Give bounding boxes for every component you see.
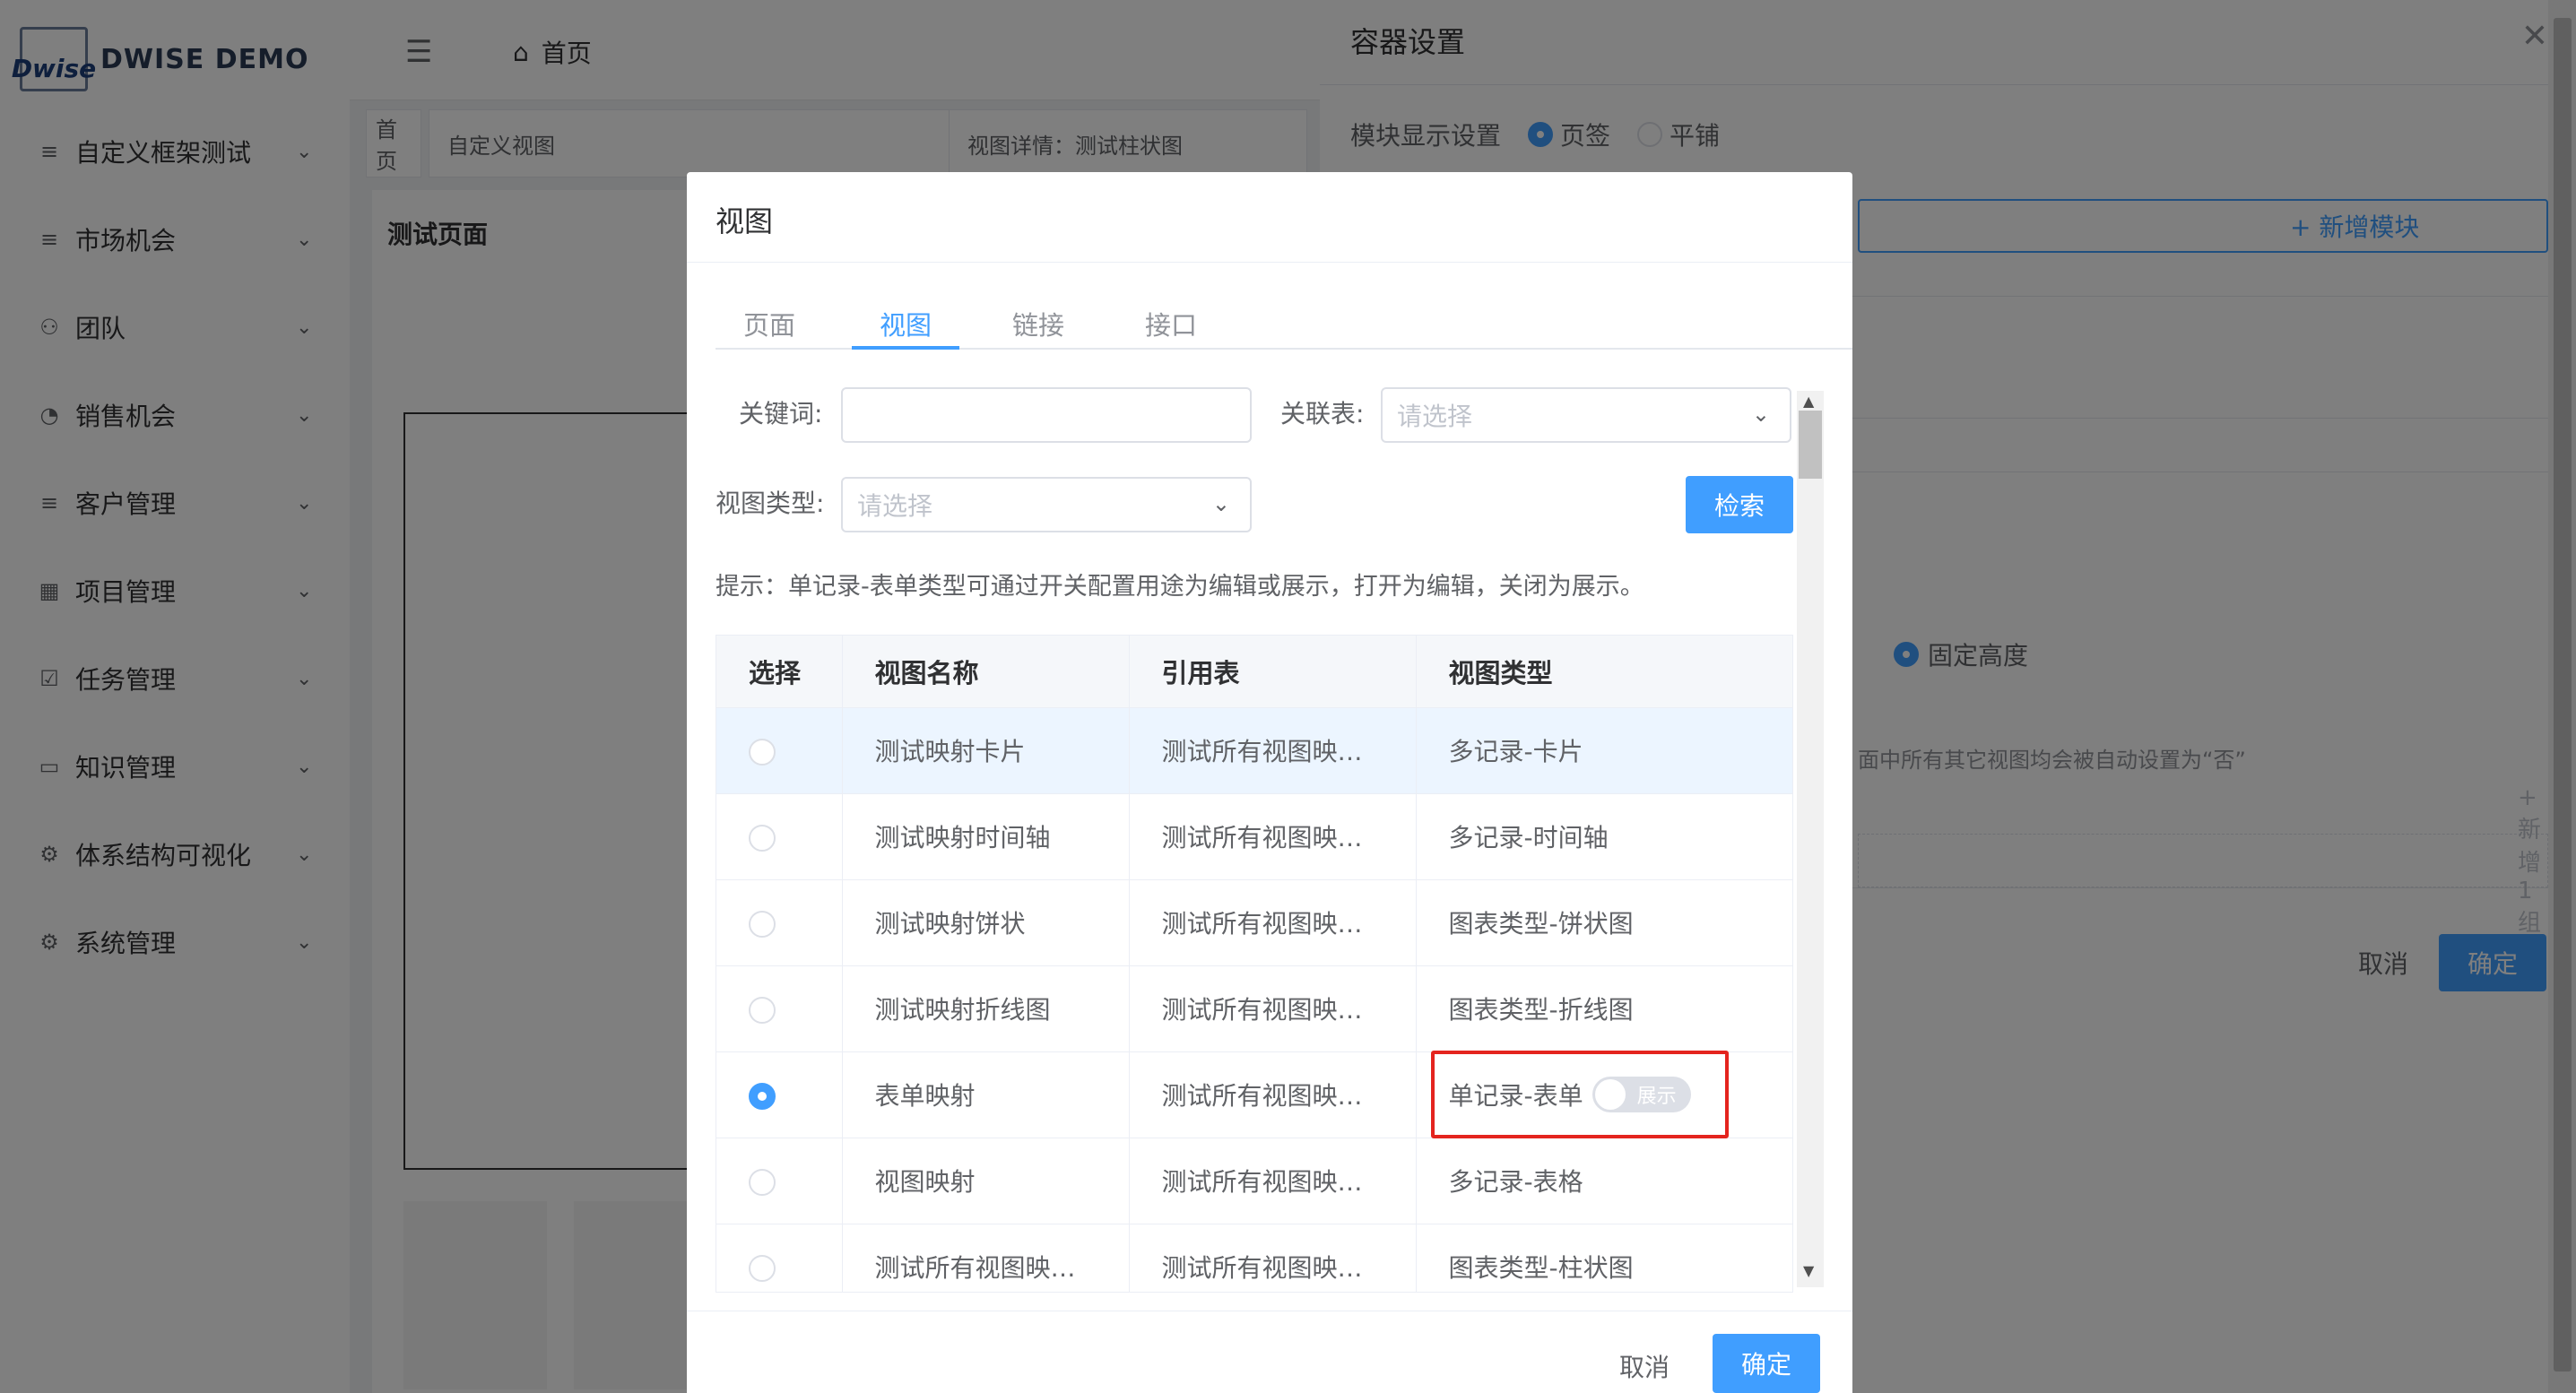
cell-view-name: 视图映射 [842, 1138, 1130, 1224]
cell-ref-table: 测试所有视图映… [1129, 1051, 1417, 1138]
scrollbar-thumb[interactable] [1799, 411, 1822, 479]
col-view-type: 视图类型 [1416, 636, 1792, 708]
view-picker-modal: 视图 页面 视图 链接 接口 关键词: 关联表: 请选择 ⌄ 视图类型: 请选择 ⌄… [687, 172, 1852, 1393]
table-row[interactable]: 测试映射折线图 测试所有视图映… 图表类型-折线图 [716, 965, 1792, 1052]
cell-view-name: 测试映射折线图 [842, 965, 1130, 1052]
col-ref-table: 引用表 [1129, 636, 1417, 708]
related-table-label: 关联表: [1280, 399, 1365, 428]
table-row[interactable]: 测试映射卡片 测试所有视图映… 多记录-卡片 [716, 707, 1792, 794]
col-view-name: 视图名称 [842, 636, 1130, 708]
cell-view-type: 图表类型-饼状图 [1416, 879, 1792, 966]
scroll-down-icon[interactable]: ▼ [1803, 1262, 1814, 1279]
radio-button[interactable] [749, 1168, 776, 1196]
radio-button[interactable] [749, 996, 776, 1024]
cell-ref-table: 测试所有视图映… [1129, 707, 1417, 794]
cell-view-type: 多记录-卡片 [1416, 707, 1792, 794]
radio-button[interactable] [749, 824, 776, 852]
confirm-button[interactable]: 确定 [1713, 1334, 1820, 1393]
view-table: 选择 视图名称 引用表 视图类型 测试映射卡片 测试所有视图映… 多记录-卡片 … [716, 635, 1793, 1293]
cell-view-name: 测试所有视图映… [842, 1224, 1130, 1292]
chevron-down-icon: ⌄ [1751, 402, 1770, 427]
cell-view-type: 图表类型-柱状图 [1416, 1224, 1792, 1292]
cell-view-type: 图表类型-折线图 [1416, 965, 1792, 1052]
radio-button[interactable] [749, 910, 776, 938]
table-row[interactable]: 测试映射时间轴 测试所有视图映… 多记录-时间轴 [716, 793, 1792, 880]
cell-view-name: 测试映射时间轴 [842, 793, 1130, 880]
cell-view-name: 表单映射 [842, 1051, 1130, 1138]
cell-view-name: 测试映射饼状 [842, 879, 1130, 966]
cell-ref-table: 测试所有视图映… [1129, 879, 1417, 966]
radio-button[interactable] [749, 1254, 776, 1282]
highlight-annotation-box [1431, 1051, 1729, 1138]
select-placeholder: 请选择 [857, 491, 933, 521]
keyword-label: 关键词: [739, 399, 823, 428]
table-row[interactable]: 测试映射饼状 测试所有视图映… 图表类型-饼状图 [716, 879, 1792, 966]
keyword-input[interactable] [841, 387, 1252, 443]
col-select: 选择 [716, 636, 843, 708]
cancel-button[interactable]: 取消 [1619, 1348, 1670, 1384]
modal-tabs: 页面 视图 链接 接口 [716, 305, 1852, 350]
table-header: 选择 视图名称 引用表 视图类型 [716, 636, 1792, 708]
search-button[interactable]: 检索 [1686, 476, 1793, 533]
cell-ref-table: 测试所有视图映… [1129, 793, 1417, 880]
cell-ref-table: 测试所有视图映… [1129, 1224, 1417, 1292]
cell-ref-table: 测试所有视图映… [1129, 965, 1417, 1052]
view-type-select[interactable]: 请选择 ⌄ [841, 477, 1252, 532]
table-scrollbar[interactable]: ▲ ▼ [1797, 391, 1824, 1287]
cell-view-type: 多记录-表格 [1416, 1138, 1792, 1224]
chevron-down-icon: ⌄ [1211, 491, 1230, 516]
hint-text: 提示：单记录-表单类型可通过开关配置用途为编辑或展示，打开为编辑，关闭为展示。 [716, 573, 1644, 601]
scroll-up-icon[interactable]: ▲ [1803, 393, 1814, 410]
cell-ref-table: 测试所有视图映… [1129, 1138, 1417, 1224]
cell-view-type: 多记录-时间轴 [1416, 793, 1792, 880]
related-table-select[interactable]: 请选择 ⌄ [1381, 387, 1791, 443]
view-type-label: 视图类型: [716, 489, 825, 518]
radio-button[interactable] [749, 738, 776, 766]
active-tab-indicator [852, 346, 959, 350]
table-row[interactable]: 视图映射 测试所有视图映… 多记录-表格 [716, 1138, 1792, 1224]
cell-view-name: 测试映射卡片 [842, 707, 1130, 794]
modal-title: 视图 [716, 204, 774, 238]
radio-button-selected[interactable] [749, 1082, 776, 1110]
tab-link[interactable]: 链接 [984, 305, 1092, 350]
divider [687, 262, 1852, 263]
tab-view[interactable]: 视图 [852, 305, 959, 350]
select-placeholder: 请选择 [1397, 402, 1473, 431]
tab-interface[interactable]: 接口 [1117, 305, 1225, 350]
tab-page[interactable]: 页面 [716, 305, 823, 350]
table-row[interactable]: 测试所有视图映… 测试所有视图映… 图表类型-柱状图 [716, 1224, 1792, 1292]
